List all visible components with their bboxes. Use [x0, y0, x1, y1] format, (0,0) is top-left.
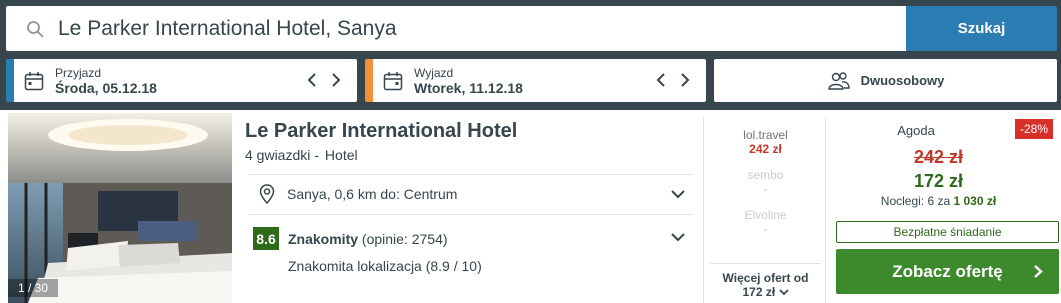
hotel-name[interactable]: Le Parker International Hotel [245, 120, 517, 143]
hotel-photo[interactable]: 1 / 30 [8, 113, 232, 303]
search-field[interactable] [6, 6, 906, 51]
hotel-room-image [8, 113, 232, 303]
discount-badge: -28% [1014, 119, 1053, 139]
partner-name: sembo [747, 168, 784, 182]
partner-name: lol.travel [743, 128, 788, 142]
hotel-stars: 4 gwiazdki - [245, 147, 319, 163]
partner-name: Elvoline [744, 208, 787, 222]
hotel-info: Le Parker International Hotel 4 gwiazdki… [245, 110, 693, 303]
checkout-date-picker[interactable]: Wyjazd Wtorek, 11.12.18 [365, 59, 706, 102]
rating-label: Znakomity [288, 231, 359, 247]
search-icon [27, 20, 44, 37]
hotel-meta: 4 gwiazdki - Hotel [245, 147, 358, 163]
partner-price: - [763, 222, 768, 236]
checkout-next-chevron-icon[interactable] [679, 71, 692, 89]
search-input[interactable] [58, 16, 878, 41]
hotel-result-card: 1 / 30 Le Parker International Hotel 4 g… [0, 110, 1061, 303]
checkin-prev-chevron-icon[interactable] [305, 71, 318, 89]
search-button[interactable]: Szukaj [906, 6, 1057, 51]
deal-provider: Agoda [897, 123, 935, 138]
rating-score-badge: 8.6 [253, 227, 279, 250]
hotel-type: Hotel [324, 147, 358, 163]
partner-price: 242 zł [749, 142, 782, 156]
room-type-label: Dwuosobowy [860, 73, 945, 88]
room-type-selector[interactable]: Dwuosobowy [714, 59, 1057, 102]
view-offer-button[interactable]: Zobacz ofertę [836, 249, 1059, 294]
deal-price: 172 zł [913, 171, 964, 191]
checkin-next-chevron-icon[interactable] [330, 71, 343, 89]
rating-detail: Znakomita lokalizacja (8.9 / 10) [288, 258, 482, 274]
rating-summary: Znakomity (opinie: 2754) [288, 231, 448, 247]
map-pin-icon [259, 184, 275, 204]
nights-summary: Noclegi: 6 za 1 030 zł [836, 194, 1041, 208]
rating-row[interactable]: 8.6 Znakomity (opinie: 2754) Znakomita l… [249, 224, 693, 284]
photo-counter: 1 / 30 [8, 279, 59, 297]
view-offer-label: Zobacz ofertę [892, 261, 1003, 281]
rating-reviews: (opinie: 2754) [361, 231, 448, 247]
partner-offer[interactable]: Elvoline - [704, 208, 827, 236]
old-price: 242 zł [913, 147, 964, 167]
nights-label: Noclegi: 6 za [880, 194, 951, 208]
free-breakfast-badge: Bezpłatne śniadanie [836, 221, 1059, 243]
nights-total: 1 030 zł [953, 194, 997, 208]
chevron-down-icon[interactable] [671, 233, 685, 242]
date-selector-row: Przyjazd Środa, 05.12.18 Wyjazd Wtorek, … [6, 59, 1057, 102]
checkout-value: Wtorek, 11.12.18 [414, 79, 523, 96]
chevron-down-icon[interactable] [671, 189, 685, 199]
calendar-icon [383, 71, 403, 90]
checkin-label: Przyjazd [55, 65, 102, 80]
more-offers-price: 172 zł [742, 285, 776, 299]
checkin-value: Środa, 05.12.18 [55, 79, 157, 96]
partner-offer[interactable]: sembo - [704, 168, 827, 196]
calendar-icon [24, 71, 44, 90]
checkin-date-picker[interactable]: Przyjazd Środa, 05.12.18 [6, 59, 357, 102]
guests-icon [827, 71, 850, 90]
best-deal-panel: Agoda -28% 242 zł 172 zł Noclegi: 6 za 1… [836, 110, 1061, 303]
checkout-prev-chevron-icon[interactable] [654, 71, 667, 89]
more-offers-label: Więcej ofert od [722, 271, 809, 285]
location-row[interactable]: Sanya, 0,6 km do: Centrum [249, 174, 693, 214]
chevron-down-icon [778, 289, 789, 296]
partner-offers: lol.travel 242 zł sembo - Elvoline - Wię… [703, 117, 826, 303]
more-offers-button[interactable]: Więcej ofert od 172 zł [710, 263, 821, 299]
divider [249, 214, 693, 215]
search-bar: Szukaj [6, 6, 1057, 51]
location-text: Sanya, 0,6 km do: Centrum [287, 186, 458, 202]
chevron-right-icon [1034, 265, 1043, 278]
partner-price: - [763, 182, 768, 196]
checkout-label: Wyjazd [414, 65, 454, 80]
partner-offer[interactable]: lol.travel 242 zł [704, 128, 827, 156]
